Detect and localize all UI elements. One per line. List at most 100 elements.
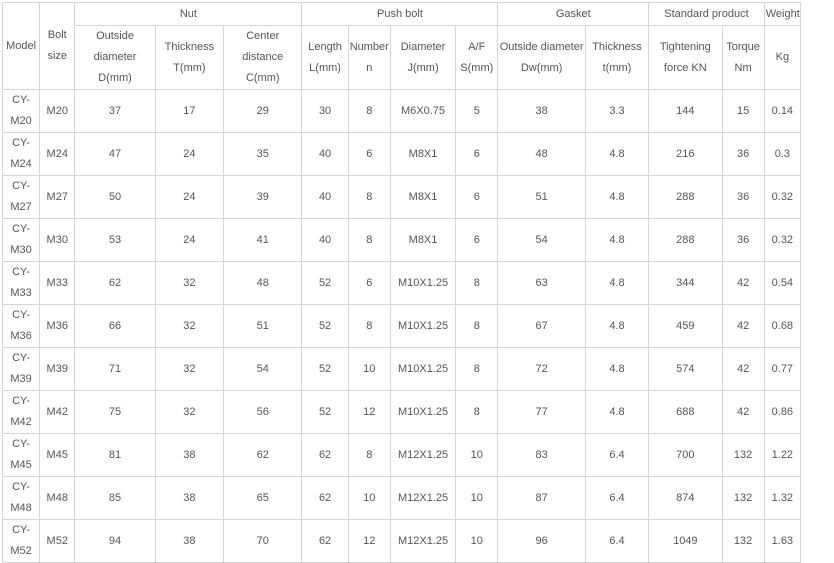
- table-row: CY- M36 M36 66 32 51 52 8 M10X1.25 8 67 4.8 459 42 0.…: [1, 304, 802, 348]
- header-nut-thickness: Thickness T(mm): [154, 25, 225, 90]
- header-push-bolt-length: Length L(mm): [301, 25, 349, 90]
- cell-push-bolt-af: 8: [455, 261, 499, 305]
- cell-nut-thickness: 32: [154, 304, 225, 348]
- cell-push-bolt-length: 62: [301, 433, 349, 477]
- cell-weight: 0.32: [763, 218, 802, 262]
- header-push-bolt: Push bolt: [301, 2, 499, 26]
- cell-gasket-outside-diameter: 72: [497, 347, 586, 391]
- cell-push-bolt-length: 62: [301, 519, 349, 563]
- table-header: Model Bolt size Nut Push bolt Gasket Sta…: [1, 2, 802, 90]
- cell-tightening-force: 216: [648, 132, 723, 176]
- header-bolt-size: Bolt size: [39, 2, 76, 90]
- cell-torque: 132: [721, 433, 765, 477]
- cell-nut-thickness: 32: [154, 347, 225, 391]
- cell-push-bolt-af: 8: [455, 390, 499, 434]
- cell-push-bolt-length: 52: [301, 347, 349, 391]
- table-row: CY- M33 M33 62 32 48 52 6 M10X1.25 8 63 4.8 344 42 0.…: [1, 261, 802, 305]
- cell-gasket-thickness: 6.4: [584, 519, 650, 563]
- cell-torque: 36: [721, 218, 765, 262]
- cell-nut-outside-diameter: 81: [74, 433, 156, 477]
- cell-gasket-thickness: 4.8: [584, 390, 650, 434]
- cell-push-bolt-diameter: M8X1: [389, 132, 457, 176]
- table-row: CY- M48 M48 85 38 65 62 10 M12X1.25 10 87 6.4 874 13…: [1, 476, 802, 520]
- cell-tightening-force: 688: [648, 390, 723, 434]
- table-row: CY- M27 M27 50 24 39 40 8 M8X1 6 51 4.8 288 36 0.32: [1, 175, 802, 219]
- cell-torque: 15: [721, 89, 765, 133]
- cell-push-bolt-diameter: M10X1.25: [389, 261, 457, 305]
- cell-torque: 132: [721, 519, 765, 563]
- cell-nut-outside-diameter: 50: [74, 175, 156, 219]
- table-row: CY- M42 M42 75 32 56 52 12 M10X1.25 8 77 4.8 688 42 0…: [1, 390, 802, 434]
- cell-nut-outside-diameter: 37: [74, 89, 156, 133]
- cell-tightening-force: 1049: [648, 519, 723, 563]
- header-push-bolt-diameter: Diameter J(mm): [389, 25, 457, 90]
- cell-weight: 1.32: [763, 476, 802, 520]
- cell-nut-center-distance: 62: [223, 433, 303, 477]
- cell-gasket-thickness: 4.8: [584, 304, 650, 348]
- cell-push-bolt-length: 52: [301, 304, 349, 348]
- header-row-columns: Outside diameter D(mm) Thickness T(mm) C…: [3, 25, 802, 90]
- spec-table-container: Model Bolt size Nut Push bolt Gasket Sta…: [1, 2, 802, 563]
- cell-bolt-size: M33: [39, 261, 76, 305]
- header-tightening-force: Tightening force KN: [648, 25, 723, 90]
- cell-push-bolt-af: 6: [455, 218, 499, 262]
- cell-torque: 42: [721, 347, 765, 391]
- header-gasket-outside-diameter: Outside diameter Dw(mm): [497, 25, 586, 90]
- cell-push-bolt-number: 8: [347, 218, 391, 262]
- cell-model: CY- M52: [1, 519, 41, 563]
- cell-torque: 36: [721, 132, 765, 176]
- cell-bolt-size: M48: [39, 476, 76, 520]
- cell-nut-center-distance: 48: [223, 261, 303, 305]
- header-push-bolt-af: A/F S(mm): [455, 25, 499, 90]
- cell-nut-thickness: 38: [154, 519, 225, 563]
- cell-bolt-size: M24: [39, 132, 76, 176]
- cell-nut-outside-diameter: 71: [74, 347, 156, 391]
- cell-push-bolt-length: 52: [301, 390, 349, 434]
- cell-weight: 0.86: [763, 390, 802, 434]
- cell-tightening-force: 874: [648, 476, 723, 520]
- cell-gasket-outside-diameter: 96: [497, 519, 586, 563]
- header-torque: Torque Nm: [721, 25, 765, 90]
- specification-table: Model Bolt size Nut Push bolt Gasket Sta…: [1, 2, 802, 563]
- header-push-bolt-number: Number n: [347, 25, 391, 90]
- cell-push-bolt-length: 40: [301, 218, 349, 262]
- cell-push-bolt-length: 52: [301, 261, 349, 305]
- cell-gasket-thickness: 3.3: [584, 89, 650, 133]
- cell-torque: 42: [721, 304, 765, 348]
- cell-model: CY- M42: [1, 390, 41, 434]
- table-body: CY- M20 M20 37 17 29 30 8 M6X0.75 5 38 3.3 144 15 0.1…: [1, 89, 802, 563]
- cell-tightening-force: 288: [648, 175, 723, 219]
- cell-weight: 0.32: [763, 175, 802, 219]
- cell-bolt-size: M30: [39, 218, 76, 262]
- table-row: CY- M20 M20 37 17 29 30 8 M6X0.75 5 38 3.3 144 15 0.1…: [1, 89, 802, 133]
- cell-nut-outside-diameter: 75: [74, 390, 156, 434]
- header-nut-center-distance: Center distance C(mm): [223, 25, 303, 90]
- cell-nut-thickness: 24: [154, 218, 225, 262]
- header-standard-product: Standard product: [648, 2, 765, 26]
- cell-nut-outside-diameter: 66: [74, 304, 156, 348]
- cell-model: CY- M24: [1, 132, 41, 176]
- cell-nut-thickness: 17: [154, 89, 225, 133]
- cell-nut-center-distance: 70: [223, 519, 303, 563]
- cell-push-bolt-diameter: M6X0.75: [389, 89, 457, 133]
- cell-push-bolt-number: 12: [347, 519, 391, 563]
- cell-gasket-outside-diameter: 67: [497, 304, 586, 348]
- cell-nut-outside-diameter: 85: [74, 476, 156, 520]
- cell-push-bolt-number: 6: [347, 132, 391, 176]
- cell-push-bolt-diameter: M10X1.25: [389, 304, 457, 348]
- cell-nut-thickness: 38: [154, 476, 225, 520]
- cell-push-bolt-af: 10: [455, 476, 499, 520]
- cell-push-bolt-af: 6: [455, 132, 499, 176]
- table-row: CY- M52 M52 94 38 70 62 12 M12X1.25 10 96 6.4 1049 1…: [1, 519, 802, 563]
- table-row: CY- M39 M39 71 32 54 52 10 M10X1.25 8 72 4.8 574 42 0…: [1, 347, 802, 391]
- cell-tightening-force: 288: [648, 218, 723, 262]
- cell-nut-center-distance: 54: [223, 347, 303, 391]
- cell-nut-center-distance: 35: [223, 132, 303, 176]
- cell-torque: 132: [721, 476, 765, 520]
- cell-torque: 42: [721, 261, 765, 305]
- cell-model: CY- M36: [1, 304, 41, 348]
- cell-bolt-size: M52: [39, 519, 76, 563]
- cell-push-bolt-number: 8: [347, 175, 391, 219]
- cell-gasket-thickness: 4.8: [584, 218, 650, 262]
- cell-gasket-outside-diameter: 51: [497, 175, 586, 219]
